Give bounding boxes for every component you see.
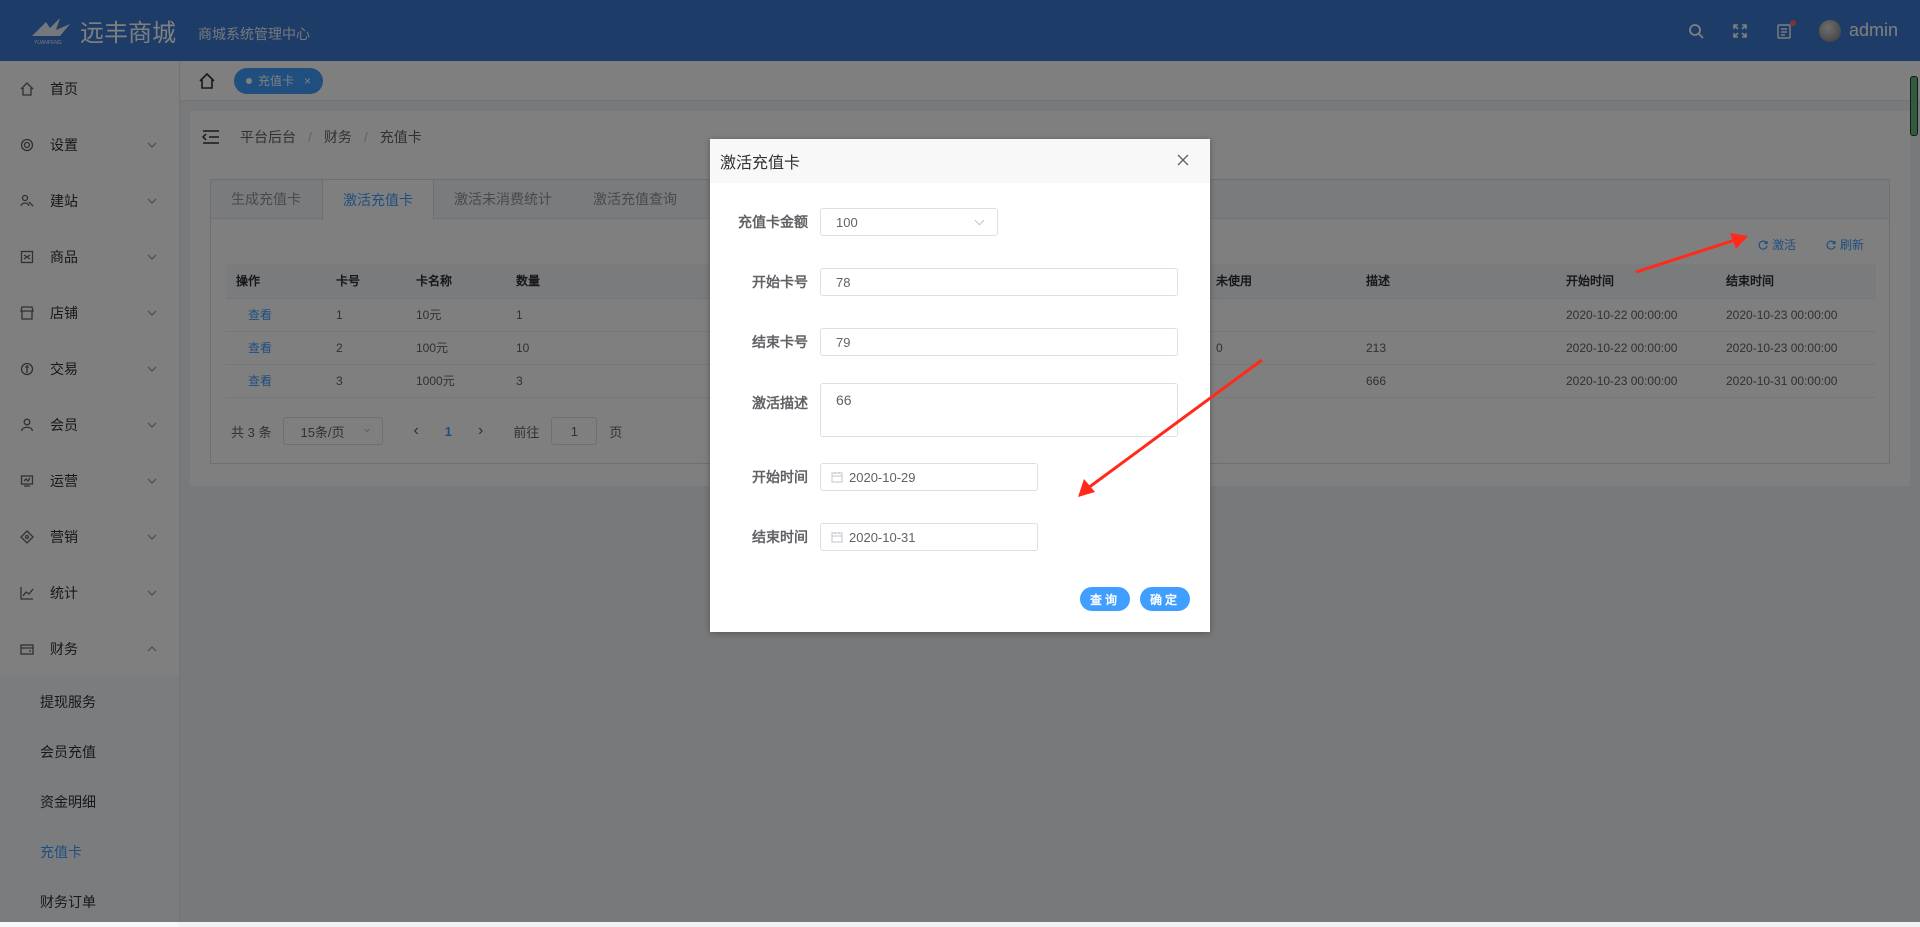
activate-card-dialog: 激活充值卡 充值卡金额 100 开始卡号 78 结束卡号 79 激活描述 66 … [710, 139, 1210, 632]
calendar-icon [831, 532, 843, 543]
desc-row: 激活描述 66 [710, 383, 1178, 437]
close-icon[interactable] [1176, 153, 1190, 167]
end-time-label: 结束时间 [752, 529, 808, 545]
query-button[interactable]: 查询 [1079, 587, 1130, 611]
end-no-row: 结束卡号 79 [710, 328, 1178, 356]
start-no-input[interactable]: 78 [820, 268, 1178, 296]
end-time-value: 2020-10-31 [849, 529, 916, 545]
start-time-value: 2020-10-29 [849, 469, 916, 485]
end-time-picker[interactable]: 2020-10-31 [820, 523, 1038, 551]
amount-row: 充值卡金额 100 [710, 208, 998, 236]
dialog-title: 激活充值卡 [720, 155, 801, 172]
amount-select[interactable]: 100 [820, 208, 998, 236]
start-time-row: 开始时间 2020-10-29 [710, 463, 1038, 491]
amount-label: 充值卡金额 [738, 214, 808, 230]
start-time-label: 开始时间 [752, 469, 808, 485]
start-time-picker[interactable]: 2020-10-29 [820, 463, 1038, 491]
start-no-label: 开始卡号 [752, 274, 808, 290]
dialog-actions: 查询 确定 [1079, 587, 1190, 611]
calendar-icon [831, 472, 843, 483]
end-time-row: 结束时间 2020-10-31 [710, 523, 1038, 551]
desc-textarea[interactable]: 66 [820, 383, 1178, 437]
end-no-input[interactable]: 79 [820, 328, 1178, 356]
dialog-header: 激活充值卡 [710, 139, 1210, 183]
end-no-label: 结束卡号 [752, 334, 808, 350]
desc-label: 激活描述 [752, 395, 808, 411]
confirm-button[interactable]: 确定 [1139, 587, 1190, 611]
start-no-row: 开始卡号 78 [710, 268, 1178, 296]
